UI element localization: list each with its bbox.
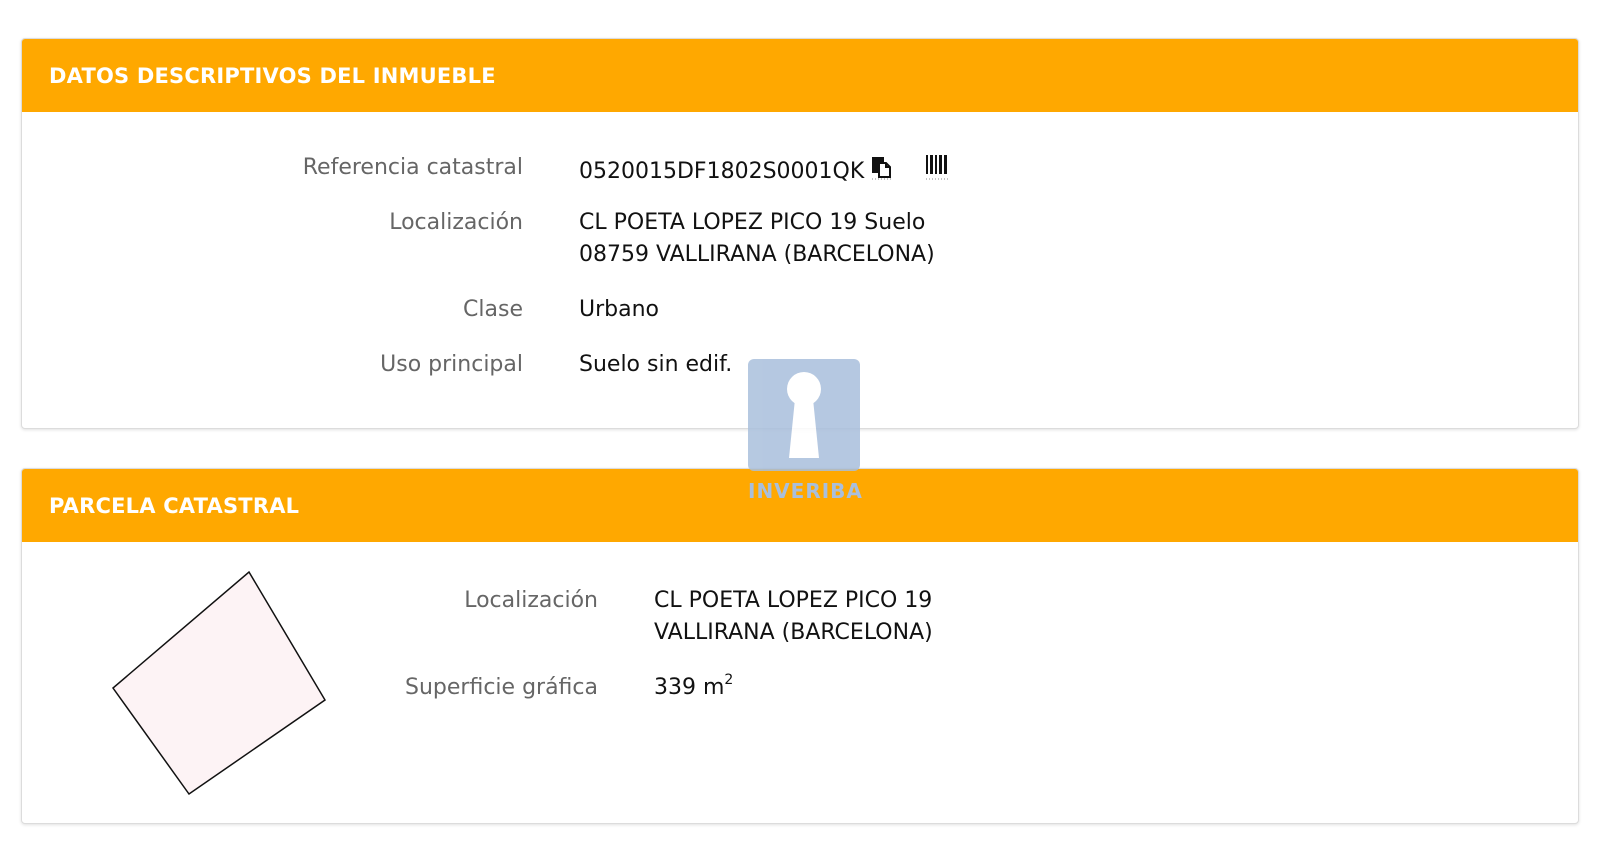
value-referencia-catastral: 0520015DF1802S0001QK xyxy=(579,152,950,192)
label-referencia-catastral: Referencia catastral xyxy=(302,155,523,180)
inveriba-watermark: INVERIBA xyxy=(748,359,863,503)
address-line-1: CL POETA LOPEZ PICO 19 Suelo xyxy=(579,210,926,235)
row-superficie-grafica: Superficie gráfica 339 m2 xyxy=(22,672,733,704)
copy-icon[interactable] xyxy=(870,153,894,191)
row-referencia-catastral: Referencia catastral 0520015DF1802S0001Q… xyxy=(22,152,950,192)
area-unit-exponent: 2 xyxy=(724,671,734,688)
value-parcel-localizacion: CL POETA LOPEZ PICO 19 VALLIRANA (BARCEL… xyxy=(654,585,933,649)
barcode-icon[interactable] xyxy=(924,152,950,192)
value-localizacion: CL POETA LOPEZ PICO 19 Suelo 08759 VALLI… xyxy=(579,207,935,271)
cadastral-reference: 0520015DF1802S0001QK xyxy=(579,159,865,184)
label-superficie-grafica: Superficie gráfica xyxy=(405,675,598,700)
value-uso-principal: Suelo sin edif. xyxy=(579,352,733,377)
panel-title: DATOS DESCRIPTIVOS DEL INMUEBLE xyxy=(49,63,496,88)
row-localizacion: Localización CL POETA LOPEZ PICO 19 Suel… xyxy=(22,207,935,271)
row-parcel-localizacion: Localización CL POETA LOPEZ PICO 19 VALL… xyxy=(22,585,933,649)
row-uso-principal: Uso principal Suelo sin edif. xyxy=(22,349,732,381)
parcel-address-line-1: CL POETA LOPEZ PICO 19 xyxy=(654,588,933,613)
label-localizacion: Localización xyxy=(389,210,523,235)
panel-header: DATOS DESCRIPTIVOS DEL INMUEBLE xyxy=(22,39,1578,112)
address-line-2: 08759 VALLIRANA (BARCELONA) xyxy=(579,242,935,267)
label-uso-principal: Uso principal xyxy=(380,352,523,377)
parcel-address-line-2: VALLIRANA (BARCELONA) xyxy=(654,620,933,645)
area-value: 339 m xyxy=(654,675,725,700)
watermark-text: INVERIBA xyxy=(748,479,863,503)
page: DATOS DESCRIPTIVOS DEL INMUEBLE Referenc… xyxy=(0,0,1600,851)
row-clase: Clase Urbano xyxy=(22,294,659,326)
value-superficie-grafica: 339 m2 xyxy=(654,672,733,704)
value-clase: Urbano xyxy=(579,297,659,322)
cadastral-parcel-panel: PARCELA CATASTRAL Localización CL POETA … xyxy=(21,468,1579,824)
label-clase: Clase xyxy=(463,297,523,322)
keyhole-logo-icon xyxy=(748,359,860,471)
label-parcel-localizacion: Localización xyxy=(464,588,598,613)
